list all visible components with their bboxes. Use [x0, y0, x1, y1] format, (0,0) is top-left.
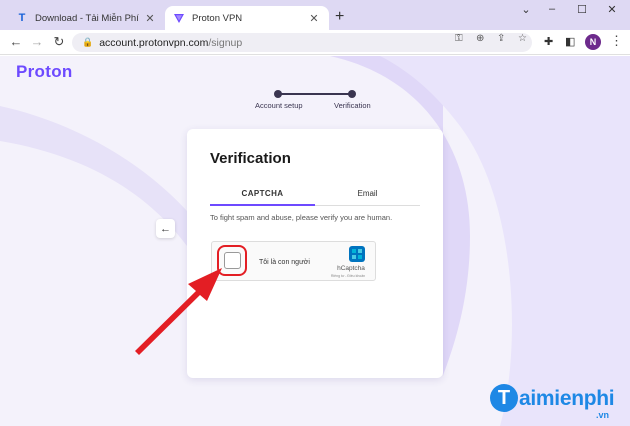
maximize-button[interactable]: ☐ [572, 3, 592, 16]
taimienphi-logo-icon: T [490, 384, 518, 412]
extensions-puzzle-icon[interactable]: ✚ [544, 35, 553, 48]
chevron-down-icon[interactable]: ⌄ [516, 3, 536, 16]
annotation-arrow-icon [135, 268, 222, 355]
lock-icon[interactable]: 🔒 [82, 37, 93, 48]
browser-toolbar: ← → ↻ 🔒 account.protonvpn.com/signup ⚿ ⊕… [0, 30, 630, 55]
tab-title: Proton VPN [192, 12, 243, 24]
watermark-text: aimienphi [519, 387, 615, 410]
bookmark-star-icon[interactable]: ☆ [518, 33, 527, 44]
tab-proton-vpn[interactable]: Proton VPN ✕ [165, 6, 329, 30]
share-icon[interactable]: ⇪ [497, 33, 505, 44]
side-panel-icon[interactable]: ◧ [565, 35, 575, 48]
close-icon[interactable]: ✕ [307, 12, 321, 25]
back-arrow-icon[interactable]: ← [8, 34, 24, 50]
tab-download[interactable]: T Download - Tải Miễn Phí VN - Ph ✕ [8, 6, 165, 30]
zoom-icon[interactable]: ⊕ [476, 33, 484, 44]
address-bar[interactable]: 🔒 account.protonvpn.com/signup [72, 33, 532, 52]
close-icon[interactable]: ✕ [143, 12, 157, 25]
taimienphi-watermark: T aimienphi .vn [490, 384, 615, 420]
browser-tabstrip: T Download - Tải Miễn Phí VN - Ph ✕ Prot… [0, 0, 630, 30]
new-tab-button[interactable]: + [335, 9, 344, 25]
reload-icon[interactable]: ↻ [51, 34, 67, 50]
watermark-suffix: .vn [596, 410, 610, 420]
close-window-button[interactable]: ✕ [602, 3, 622, 16]
taimienphi-favicon-icon: T [18, 12, 26, 24]
forward-arrow-icon[interactable]: → [29, 34, 45, 50]
menu-dots-icon[interactable]: ⋮ [610, 33, 623, 49]
minimize-button[interactable]: – [542, 3, 562, 15]
url-text[interactable]: account.protonvpn.com/signup [99, 37, 242, 49]
key-icon[interactable]: ⚿ [455, 33, 463, 44]
profile-avatar[interactable]: N [585, 34, 601, 50]
proton-vpn-favicon-icon [173, 12, 185, 24]
proton-signup-page: Proton Account setup Verification ← Veri… [0, 56, 630, 426]
tab-title: Download - Tải Miễn Phí VN - Ph [35, 12, 139, 24]
